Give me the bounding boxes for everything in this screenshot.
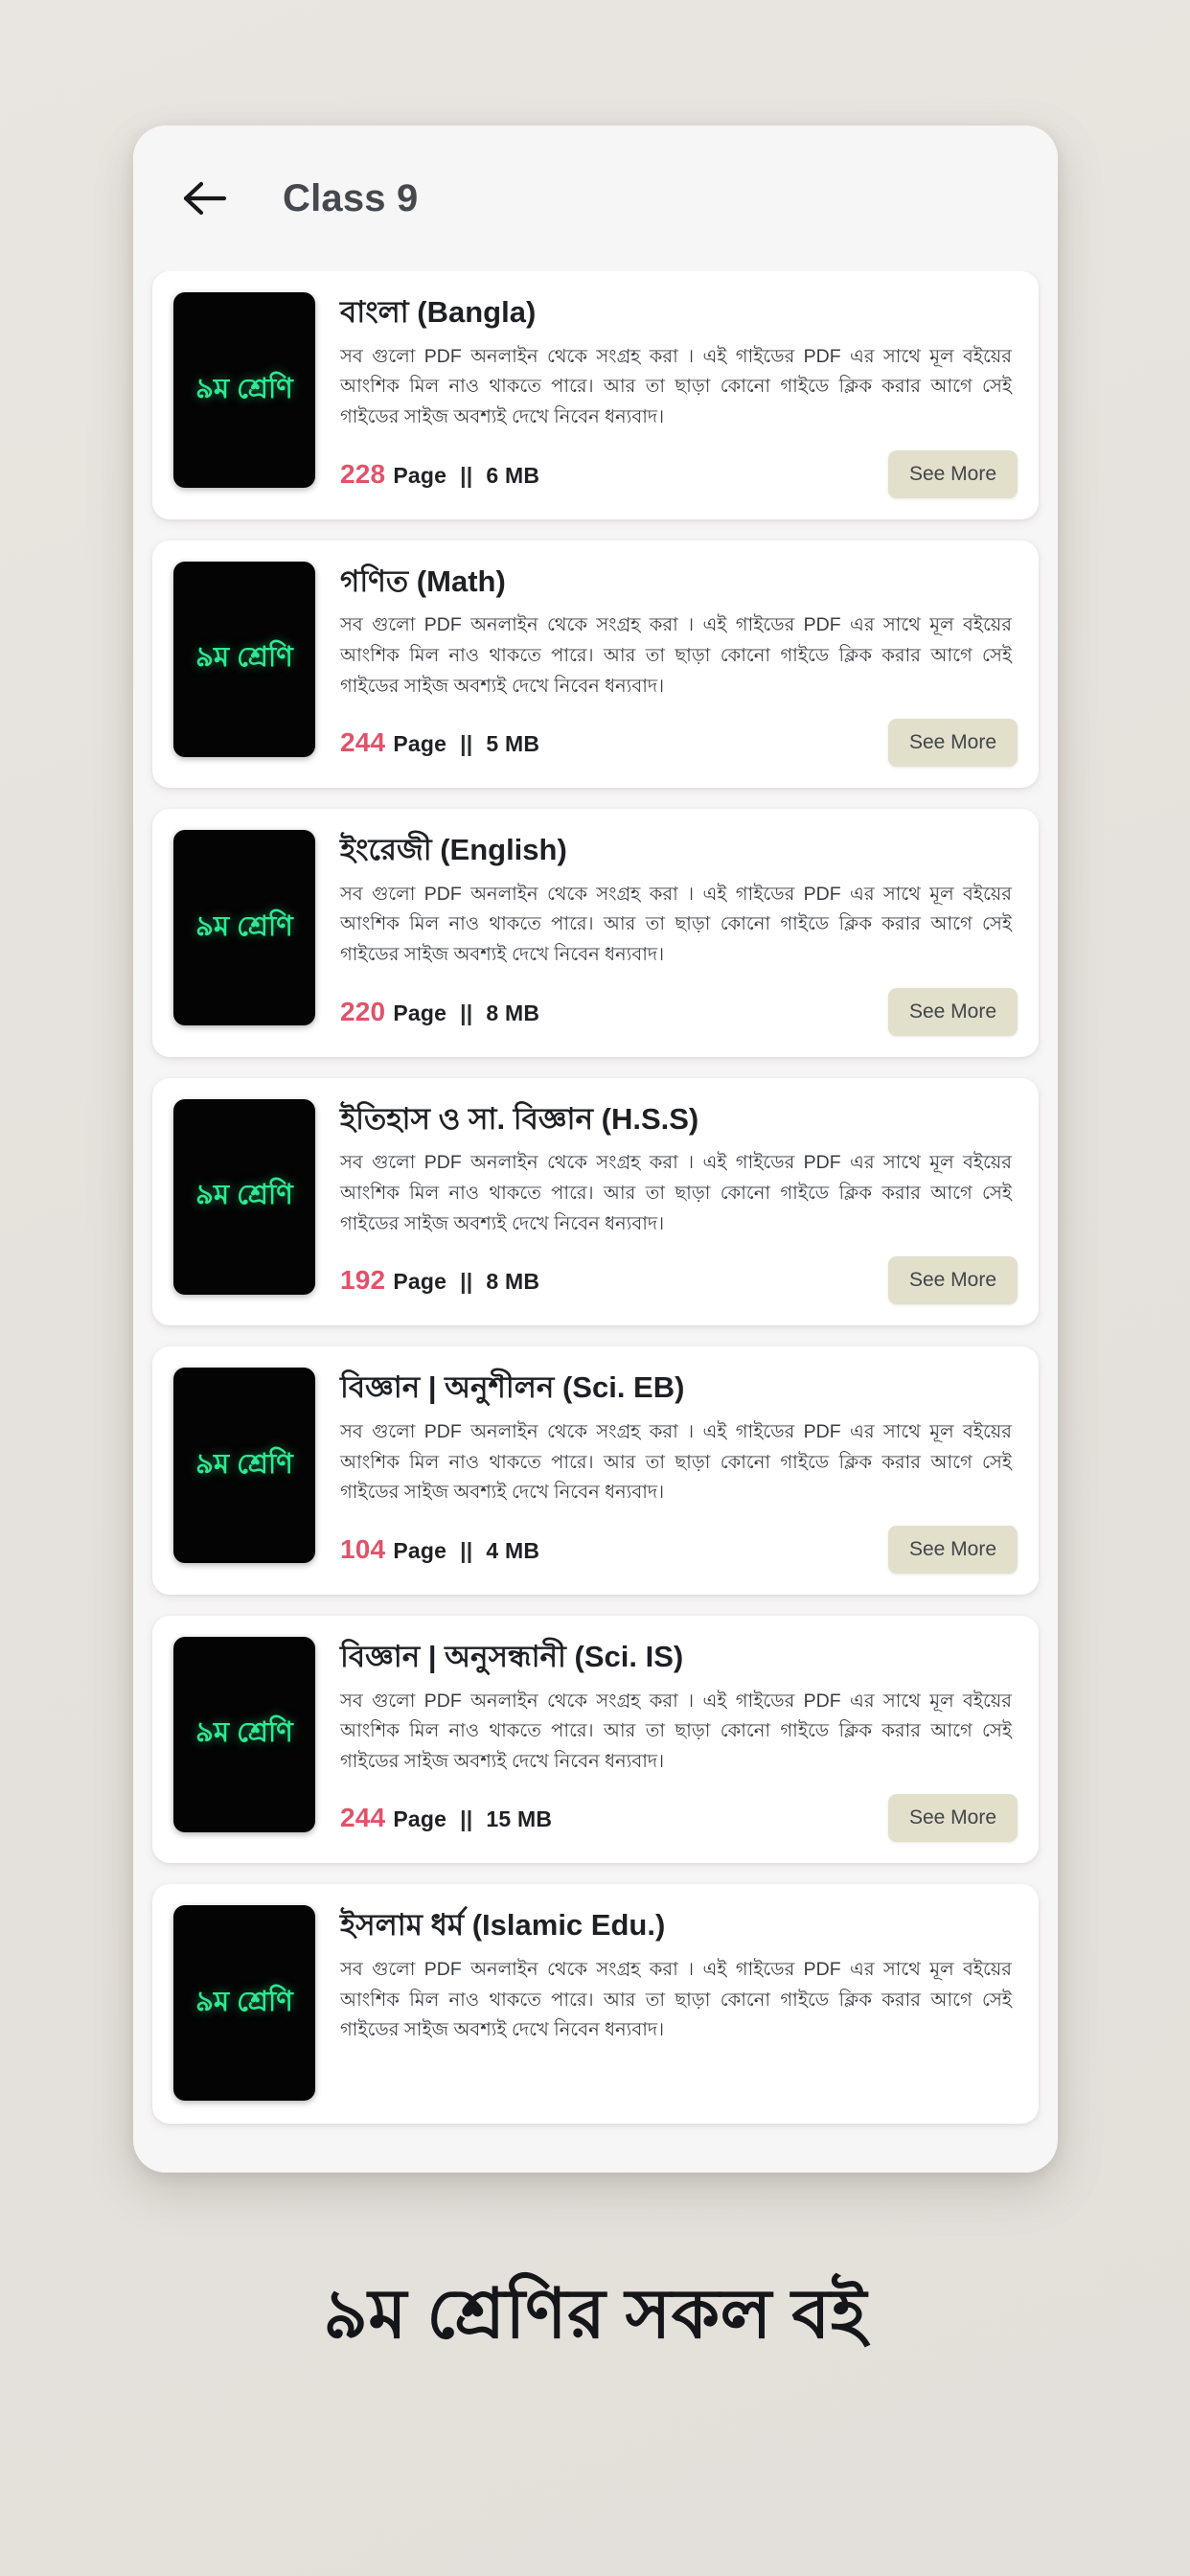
book-title: গণিত (Math) (340, 564, 506, 598)
book-meta-row: 244 Page || 5 MB See More (340, 702, 1018, 768)
book-description: সব গুলো PDF অনলাইন থেকে সংগ্রহ করা । এই … (340, 1690, 1012, 1772)
book-thumbnail: ৯ম শ্রেণি (173, 1905, 315, 2102)
book-meta: 244 Page || 5 MB (340, 727, 539, 758)
meta-separator: || (460, 1537, 473, 1563)
file-size: 5 MB (486, 731, 540, 757)
page-unit-label: Page (393, 1806, 447, 1832)
bottom-caption: ৯ম শ্রেণির সকল বই (323, 2276, 867, 2353)
thumbnail-label: ৯ম শ্রেণি (195, 1986, 293, 2017)
screenshot-root: Class 9 ৯ম শ্রেণি বাংলা (Bangla) সব গুলো P… (0, 0, 1190, 2576)
book-thumbnail: ৯ম শ্রেণি (173, 561, 315, 757)
book-title: ইসলাম ধর্ম (Islamic Edu.) (340, 1908, 666, 1943)
book-description: সব গুলো PDF অনলাইন থেকে সংগ্রহ করা । এই … (340, 345, 1012, 427)
book-thumbnail: ৯ম শ্রেণি (173, 830, 315, 1026)
book-description: সব গুলো PDF অনলাইন থেকে সংগ্রহ করা । এই … (340, 883, 1012, 966)
page-count: 244 (340, 1803, 386, 1833)
book-meta-row: 192 Page || 8 MB See More (340, 1239, 1018, 1305)
page-count: 244 (340, 727, 386, 758)
meta-separator: || (460, 1269, 473, 1295)
book-meta: 104 Page || 4 MB (340, 1534, 539, 1565)
book-title: বিজ্ঞান | অনুশীলন (Sci. EB) (340, 1370, 685, 1405)
book-info: বিজ্ঞান | অনুসন্ধানী (Sci. IS) সব গুলো PD… (315, 1637, 1018, 1843)
meta-separator: || (460, 1806, 473, 1832)
book-card[interactable]: ৯ম শ্রেণি ইসলাম ধর্ম (Islamic Edu.) সব গুল… (152, 1884, 1039, 2125)
file-size: 6 MB (486, 462, 540, 488)
page-unit-label: Page (393, 462, 447, 488)
thumbnail-label: ৯ম শ্রেণি (195, 1717, 293, 1749)
thumbnail-label: ৯ম শ্রেণি (195, 642, 293, 674)
arrow-left-icon (183, 181, 227, 216)
page-count: 104 (340, 1533, 386, 1564)
see-more-button[interactable]: See More (887, 449, 1018, 498)
book-title: বিজ্ঞান | অনুসন্ধানী (Sci. IS) (340, 1639, 684, 1673)
book-meta: 228 Page || 6 MB (340, 459, 539, 490)
book-thumbnail: ৯ম শ্রেণি (173, 292, 315, 488)
page-unit-label: Page (393, 1000, 447, 1025)
book-card[interactable]: ৯ম শ্রেণি বাংলা (Bangla) সব গুলো PDF অনলাই… (152, 271, 1039, 519)
page-count: 220 (340, 996, 386, 1026)
book-card[interactable]: ৯ম শ্রেণি ইতিহাস ও সা. বিজ্ঞান (H.S.S) সব … (152, 1077, 1039, 1326)
book-info: গণিত (Math) সব গুলো PDF অনলাইন থেকে সংগ্র… (315, 562, 1018, 768)
page-unit-label: Page (393, 1537, 447, 1563)
file-size: 8 MB (486, 1269, 540, 1295)
page-unit-label: Page (393, 731, 447, 757)
book-meta-row: 220 Page || 8 MB See More (340, 971, 1018, 1036)
thumbnail-label: ৯ম শ্রেণি (195, 1448, 293, 1480)
book-card[interactable]: ৯ম শ্রেণি ইংরেজী (English) সব গুলো PDF অনল… (152, 809, 1039, 1057)
page-count: 192 (340, 1265, 386, 1296)
book-thumbnail: ৯ম শ্রেণি (173, 1636, 315, 1832)
back-button[interactable] (175, 169, 235, 228)
file-size: 4 MB (486, 1537, 540, 1563)
book-meta-row: 244 Page || 15 MB See More (340, 1777, 1018, 1843)
book-meta-row: 104 Page || 4 MB See More (340, 1508, 1018, 1574)
book-card[interactable]: ৯ম শ্রেণি বিজ্ঞান | অনুশীলন (Sci. EB) সব গ… (152, 1346, 1039, 1595)
book-description: সব গুলো PDF অনলাইন থেকে সংগ্রহ করা । এই … (340, 614, 1012, 697)
book-info: বিজ্ঞান | অনুশীলন (Sci. EB) সব গুলো PDF অ… (315, 1368, 1018, 1574)
app-window: Class 9 ৯ম শ্রেণি বাংলা (Bangla) সব গুলো P… (133, 126, 1058, 2173)
book-description: সব গুলো PDF অনলাইন থেকে সংগ্রহ করা । এই … (340, 1152, 1012, 1234)
book-thumbnail: ৯ম শ্রেণি (173, 1368, 315, 1564)
book-card[interactable]: ৯ম শ্রেণি বিজ্ঞান | অনুসন্ধানী (Sci. IS) স… (152, 1615, 1039, 1864)
book-description: সব গুলো PDF অনলাইন থেকে সংগ্রহ করা । এই … (340, 1421, 1012, 1504)
book-title: ইতিহাস ও সা. বিজ্ঞান (H.S.S) (340, 1101, 699, 1136)
book-description: সব গুলো PDF অনলাইন থেকে সংগ্রহ করা । এই … (340, 1959, 1012, 2041)
book-meta-row: 228 Page || 6 MB See More (340, 433, 1018, 498)
see-more-button[interactable]: See More (887, 987, 1018, 1036)
book-title: বাংলা (Bangla) (340, 295, 537, 329)
page-title: Class 9 (283, 176, 419, 219)
book-info: বাংলা (Bangla) সব গুলো PDF অনলাইন থেকে সং… (315, 292, 1018, 498)
book-meta: 244 Page || 15 MB (340, 1803, 552, 1833)
thumbnail-label: ৯ম শ্রেণি (195, 373, 293, 404)
see-more-button[interactable]: See More (887, 1794, 1018, 1843)
book-info: ইতিহাস ও সা. বিজ্ঞান (H.S.S) সব গুলো PDF … (315, 1099, 1018, 1305)
book-meta: 220 Page || 8 MB (340, 997, 539, 1027)
thumbnail-label: ৯ম শ্রেণি (195, 910, 293, 942)
book-info: ইসলাম ধর্ম (Islamic Edu.) সব গুলো PDF অনল… (315, 1905, 1018, 2103)
file-size: 8 MB (486, 1000, 540, 1025)
book-meta: 192 Page || 8 MB (340, 1265, 539, 1296)
app-bar: Class 9 (133, 126, 1058, 271)
book-info: ইংরেজী (English) সব গুলো PDF অনলাইন থেকে … (315, 830, 1018, 1036)
meta-separator: || (460, 462, 473, 488)
see-more-button[interactable]: See More (887, 719, 1018, 768)
meta-separator: || (460, 1000, 473, 1025)
file-size: 15 MB (486, 1806, 553, 1832)
see-more-button[interactable]: See More (887, 1256, 1018, 1305)
book-list[interactable]: ৯ম শ্রেণি বাংলা (Bangla) সব গুলো PDF অনলাই… (133, 271, 1058, 2173)
book-title: ইংরেজী (English) (340, 833, 567, 867)
book-card[interactable]: ৯ম শ্রেণি গণিত (Math) সব গুলো PDF অনলাইন থ… (152, 540, 1039, 789)
book-thumbnail: ৯ম শ্রেণি (173, 1098, 315, 1295)
page-count: 228 (340, 458, 386, 489)
see-more-button[interactable]: See More (887, 1525, 1018, 1574)
thumbnail-label: ৯ম শ্রেণি (195, 1180, 293, 1211)
meta-separator: || (460, 731, 473, 757)
page-unit-label: Page (393, 1269, 447, 1295)
